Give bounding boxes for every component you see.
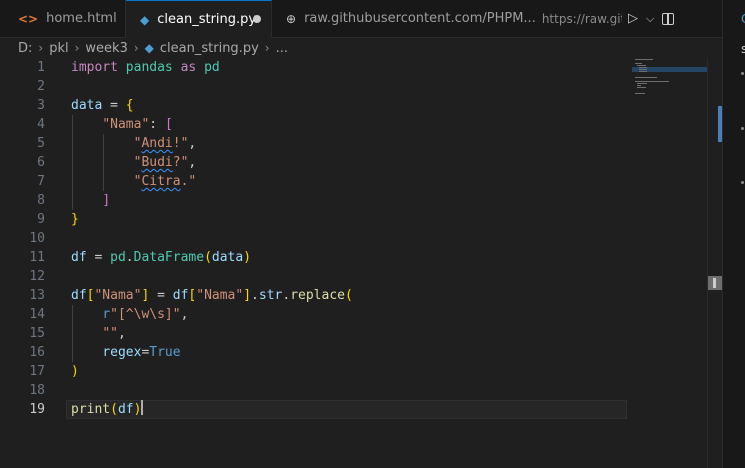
globe-icon: ⊕ [286,11,297,26]
line-content: ] [102,193,111,208]
line-content: df = pd.DataFrame(data) [71,250,252,265]
line-content: ) [71,364,79,379]
tab-label: raw.githubusercontent.com/PHPM... [304,11,536,26]
breadcrumb-folder-week3[interactable]: week3 [85,41,127,56]
line-number: 8 [37,193,45,208]
code-line: 17 ) [0,362,707,381]
line-number: 13 [29,288,45,303]
code-line: 15 "", [0,324,707,343]
line-content: "Citra." [133,174,197,189]
line-number: 5 [37,136,45,151]
line-number: 12 [29,269,45,284]
chevron-right-icon: › [74,41,80,55]
editor-actions: ▷ ⌵ [622,0,708,37]
secondary-pane: C s [722,0,745,468]
tab-bar: <> home.html ◆ clean_string.py ⊕ raw.git… [0,0,745,38]
code-line: 13 df["Nama"] = df["Nama"].str.replace( [0,286,707,305]
line-number: 16 [29,345,45,360]
line-number: 7 [37,174,45,189]
line-number: 17 [29,364,45,379]
code-line: 11 df = pd.DataFrame(data) [0,248,707,267]
code-line: 6 "Budi?", [0,153,707,172]
tab-label: home.html [46,11,117,26]
line-content: "Andi!", [133,136,197,151]
code-line: 10 [0,229,707,248]
chevron-right-icon: › [38,41,44,55]
line-number: 1 [37,60,45,75]
code-line: 3 data = { [0,96,707,115]
code-editor[interactable]: 1 import pandas as pd 2 3 data = { 4 "Na… [0,58,707,468]
line-number: 2 [37,79,45,94]
vertical-scrollbar[interactable] [707,58,722,468]
scroll-marker [718,106,722,142]
line-content: print(df) [71,400,144,417]
chevron-right-icon: › [264,41,270,55]
text-cursor [141,400,144,415]
unsaved-dot-icon[interactable] [253,15,261,23]
python-file-icon: ◆ [140,12,150,27]
tab-clean-string-py[interactable]: ◆ clean_string.py [126,0,272,38]
breadcrumb-symbols[interactable]: ... [276,41,288,56]
line-number: 15 [29,326,45,341]
code-line: 9 } [0,210,707,229]
tab-label: clean_string.py [157,12,257,27]
line-number: 19 [29,402,45,417]
breadcrumb-folder-pkl[interactable]: pkl [49,41,68,56]
code-line: 7 "Citra." [0,172,707,191]
code-line: 2 [0,77,707,96]
line-number: 6 [37,155,45,170]
chevron-right-icon: › [133,41,139,55]
breadcrumb-file[interactable]: clean_string.py [160,41,259,56]
python-file-icon: ◆ [144,41,154,55]
dot-icon [741,181,744,184]
line-number: 9 [37,212,45,227]
line-content: } [71,212,79,227]
tab-raw-githubusercontent[interactable]: ⊕ raw.githubusercontent.com/PHPM... http… [272,0,622,37]
line-number: 10 [29,231,45,246]
scroll-thumb[interactable] [708,276,722,290]
line-number: 18 [29,383,45,398]
line-content: df["Nama"] = df["Nama"].str.replace( [71,288,353,303]
code-line: 12 [0,267,707,286]
side-pane-text: s [741,42,745,56]
line-number: 3 [37,98,45,113]
code-line: 16 regex=True [0,343,707,362]
line-number: 14 [29,307,45,322]
code-line: 5 "Andi!", [0,134,707,153]
line-content: "Budi?", [133,155,197,170]
code-line: 8 ] [0,191,707,210]
line-content: import pandas as pd [71,60,220,75]
line-content: data = { [71,98,134,113]
line-number: 11 [29,250,45,265]
code-line: 18 [0,381,707,400]
code-line: 1 import pandas as pd [0,58,707,77]
line-content: "Nama": [ [102,117,173,132]
code-line: 4 "Nama": [ [0,115,707,134]
html-file-icon: <> [18,11,39,26]
code-line: 19 print(df) [0,400,707,419]
dot-icon [741,72,744,75]
breadcrumb-drive[interactable]: D: [18,41,32,56]
tab-description: https://raw.githubus [541,11,622,26]
tab-home-html[interactable]: <> home.html [0,0,126,37]
line-content: "", [102,326,126,341]
line-content: regex=True [102,345,181,360]
code-line: 14 r"[^\w\s]", [0,305,707,324]
split-editor-icon[interactable] [662,9,675,29]
chevron-down-icon[interactable]: ⌵ [646,9,654,29]
run-icon[interactable]: ▷ [628,9,638,29]
minimap[interactable] [632,58,707,118]
python-file-icon[interactable]: C [741,12,745,26]
line-number: 4 [37,117,45,132]
line-content: r"[^\w\s]", [102,307,189,322]
dot-icon [741,127,744,130]
breadcrumb: D: › pkl › week3 › ◆ clean_string.py › .… [18,38,288,58]
